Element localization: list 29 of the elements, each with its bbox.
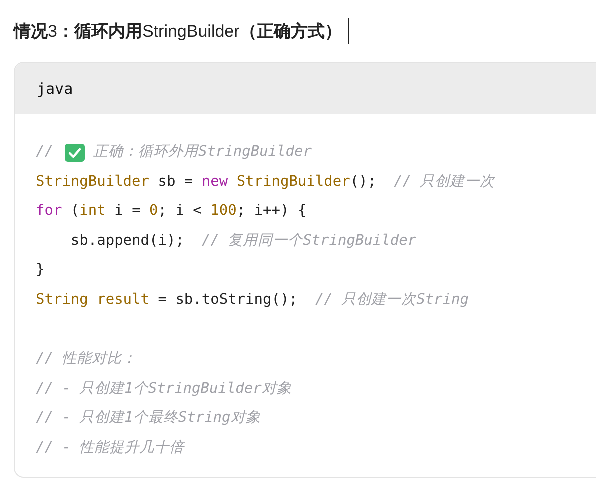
- code-number: 0: [150, 202, 158, 222]
- code-comment: 正确：循环外用StringBuilder: [93, 143, 312, 162]
- code-comment: // 复用同一个StringBuilder: [202, 232, 417, 251]
- code-text: i =: [114, 202, 142, 222]
- code-text: }: [36, 261, 45, 280]
- check-mark-icon: [65, 144, 86, 162]
- code-number: 100: [210, 202, 237, 222]
- code-text: ; i++) {: [236, 202, 307, 222]
- code-comment: // 只创建一次String: [315, 290, 469, 310]
- code-type: int: [80, 202, 106, 222]
- code-type: StringBuilder: [36, 172, 150, 192]
- code-text: sb =: [157, 172, 194, 192]
- section-heading: 情况3：循环内用StringBuilder（正确方式）: [14, 20, 342, 42]
- code-comment: // - 只创建1个StringBuilder对象: [36, 380, 292, 399]
- code-keyword: for: [36, 202, 62, 222]
- code-text: ();: [350, 172, 378, 192]
- code-type: String result: [36, 290, 150, 310]
- code-comment: // 只创建一次: [394, 172, 496, 192]
- code-comment: // 性能对比：: [36, 350, 138, 370]
- code-comment: // - 性能提升几十倍: [36, 438, 185, 458]
- code-type: StringBuilder: [236, 172, 350, 192]
- code-comment: // - 只创建1个最终String对象: [36, 409, 261, 428]
- code-text: ; i <: [158, 202, 203, 222]
- language-label: java: [37, 80, 74, 98]
- code-comment: //: [36, 143, 54, 162]
- code-keyword: new: [202, 172, 228, 192]
- code-text: = sb.toString();: [157, 290, 299, 310]
- code-text: (: [70, 202, 80, 222]
- code-text: sb.append(i);: [70, 232, 186, 251]
